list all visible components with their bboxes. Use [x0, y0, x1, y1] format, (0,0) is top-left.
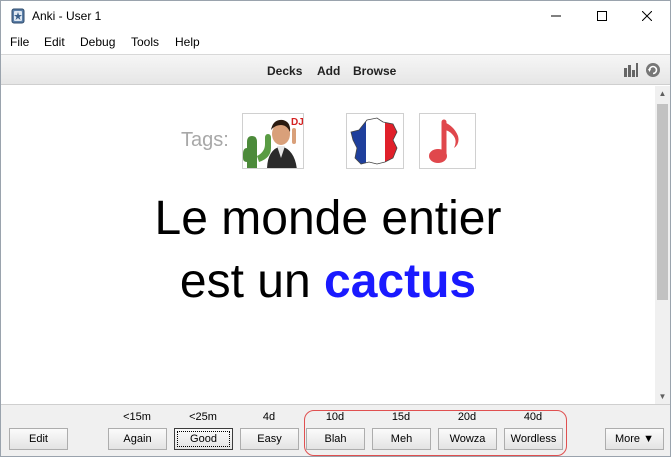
menu-file[interactable]: File	[10, 35, 29, 49]
browse-link[interactable]: Browse	[353, 64, 396, 78]
scroll-up-arrow-icon[interactable]: ▲	[655, 86, 670, 101]
maximize-icon	[597, 11, 607, 21]
decks-link[interactable]: Decks	[267, 64, 302, 78]
vertical-scrollbar[interactable]: ▲ ▼	[655, 86, 670, 404]
music-note-image	[419, 113, 476, 169]
menu-bar: File Edit Debug Tools Help	[1, 31, 670, 53]
card-front-line2: est un cactus	[1, 254, 655, 310]
close-button[interactable]	[624, 1, 670, 31]
meh-button[interactable]: Meh	[372, 428, 431, 450]
line2-prefix: est un	[179, 255, 324, 308]
edit-button[interactable]: Edit	[9, 428, 68, 450]
wowza-interval: 20d	[457, 411, 477, 423]
highlighted-word: cactus	[324, 255, 477, 308]
blah-interval: 10d	[325, 411, 345, 423]
easy-interval: 4d	[262, 411, 276, 423]
menu-edit[interactable]: Edit	[44, 35, 65, 49]
again-interval: <15m	[123, 411, 151, 423]
main-toolbar: Decks Add Browse	[1, 54, 670, 85]
cactus-man-photo: DJU	[242, 113, 304, 169]
card-front-line1: Le monde entier	[154, 192, 502, 245]
more-button[interactable]: More ▼	[605, 428, 664, 450]
good-button[interactable]: Good	[174, 428, 233, 450]
tags-label: Tags:	[181, 129, 229, 151]
add-link[interactable]: Add	[317, 64, 340, 78]
meh-interval: 15d	[391, 411, 411, 423]
wordless-interval: 40d	[523, 411, 543, 423]
easy-button[interactable]: Easy	[240, 428, 299, 450]
stats-icon[interactable]	[623, 62, 639, 78]
menu-debug[interactable]: Debug	[80, 35, 115, 49]
scrollbar-thumb[interactable]	[657, 104, 668, 300]
maximize-button[interactable]	[579, 1, 625, 31]
wowza-button[interactable]: Wowza	[438, 428, 497, 450]
blah-button[interactable]: Blah	[306, 428, 365, 450]
answer-bar: Edit <15m Again <25m Good 4d Easy 10d Bl…	[1, 404, 670, 456]
photo-caption: DJU	[291, 117, 304, 128]
minimize-button[interactable]	[533, 1, 579, 31]
sync-icon[interactable]	[645, 62, 661, 78]
minimize-icon	[551, 15, 561, 17]
menu-tools[interactable]: Tools	[131, 35, 159, 49]
good-interval: <25m	[189, 411, 217, 423]
anki-app-icon	[10, 8, 26, 24]
anki-window: Anki - User 1 File Edit Debug Tools Help…	[0, 0, 671, 457]
close-icon	[642, 11, 652, 21]
title-bar: Anki - User 1	[1, 1, 670, 31]
card-reviewer: Tags: DJU	[1, 86, 655, 404]
france-flag-map	[346, 113, 404, 169]
again-button[interactable]: Again	[108, 428, 167, 450]
window-title: Anki - User 1	[32, 9, 102, 23]
scroll-down-arrow-icon[interactable]: ▼	[655, 389, 670, 404]
wordless-button[interactable]: Wordless	[504, 428, 563, 450]
menu-help[interactable]: Help	[175, 35, 200, 49]
